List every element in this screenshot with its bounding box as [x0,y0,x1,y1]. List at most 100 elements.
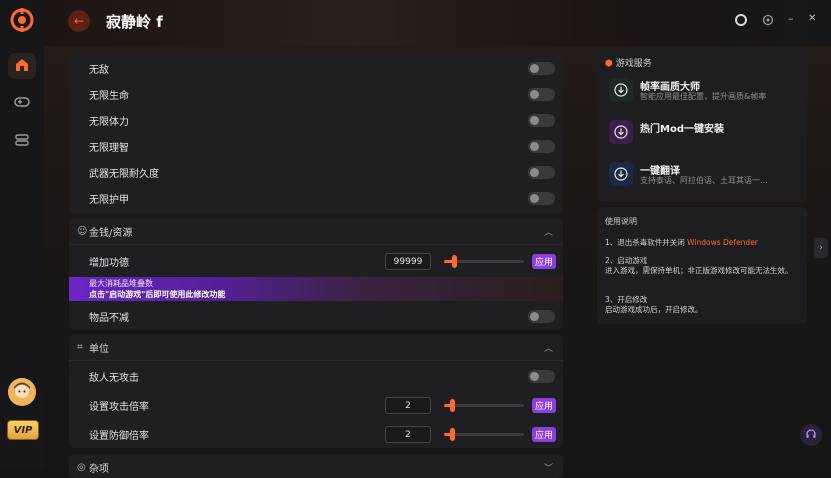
section-title: 单位 [89,343,109,355]
cheat-toggle[interactable] [528,87,555,101]
cheat-row: 敌人无攻击 [69,361,563,391]
services-title: 游戏服务 [615,59,652,69]
merit-slider[interactable] [444,255,524,268]
wallet-icon: ☺ [77,225,88,237]
cheat-label: 无敌 [89,64,109,76]
cheat-row: 物品不减 [69,303,563,329]
vip-badge[interactable]: VIP [7,420,39,440]
merit-value-input[interactable]: 99999 [385,253,431,270]
cheat-row: 无限理智 [69,133,563,159]
cheat-toggle[interactable] [528,61,555,75]
cheat-label: 敌人无攻击 [89,372,139,384]
page-title: 寂静岭 f [106,13,163,31]
service-subtitle: 智能应用最佳配置，提升画质&帧率 [640,92,767,101]
slider-handle[interactable] [450,428,455,441]
cheat-label: 无限护甲 [89,194,129,206]
download-icon [609,120,633,144]
apply-button[interactable]: 应用 [532,254,556,269]
back-button[interactable]: ← [68,10,90,32]
section-title: 杂项 [89,463,109,475]
service-translate[interactable]: 一键翻译 支持泰语、阿拉伯语、土耳其语一... [609,162,799,188]
expand-panel-button[interactable]: › [814,238,828,258]
cheat-label: 无限体力 [89,116,129,128]
instructions-card: 使用说明 1、退出杀毒软件并关闭 Windows Defender 2、启动游戏… [597,207,807,324]
record-icon[interactable] [735,14,747,29]
instructions-title: 使用说明 [605,217,637,226]
banner-title: 最大消耗品堆叠数 [89,279,153,288]
cheat-panel-misc: ◎ 杂项 ﹀ [69,454,563,478]
cheat-row: 无敌 [69,55,563,81]
apply-button[interactable]: 应用 [532,398,556,413]
service-fps-master[interactable]: 帧率画质大师 智能应用最佳配置，提升画质&帧率 [609,78,799,104]
section-header-units[interactable]: ⌗ 单位 ︿ [69,334,563,361]
defense-mult-slider[interactable] [444,428,524,441]
cheat-toggle[interactable] [528,309,555,323]
cheat-label: 武器无限耐久度 [89,168,159,180]
service-subtitle: 支持泰语、阿拉伯语、土耳其语一... [640,176,768,185]
cheat-row: 无限体力 [69,107,563,133]
chevron-right-icon: › [819,243,823,253]
step1-text: 1、退出杀毒软件并关闭 [605,238,685,247]
cheat-row: 武器无限耐久度 [69,159,563,185]
cheat-panel-general: 无敌 无限生命 无限体力 无限理智 武器无限耐久度 无限护甲 [69,54,563,214]
nav-games-button[interactable] [8,90,36,116]
cheat-label: 设置防御倍率 [89,431,149,442]
cheat-toggle[interactable] [528,113,555,127]
apply-button[interactable]: 应用 [532,427,556,442]
settings-icon[interactable] [762,14,774,29]
info-banner: 最大消耗品堆叠数 点击"启动游戏"后即可使用此修改功能 [69,277,563,301]
cheat-toggle[interactable] [528,165,555,179]
cheat-label: 增加功德 [89,258,129,269]
headset-icon [805,428,817,443]
cheat-row: 增加功德 99999 应用 [69,245,563,278]
unit-icon: ⌗ [77,341,83,353]
cheat-label: 无限生命 [89,90,129,102]
support-button[interactable] [800,424,822,446]
banner-hint: 点击"启动游戏"后即可使用此修改功能 [89,290,226,299]
services-card: ⬢ 游戏服务 帧率画质大师 智能应用最佳配置，提升画质&帧率 热门Mod一键安装… [597,48,807,202]
step1-highlight: Windows Defender [687,238,758,247]
nav-library-button[interactable] [8,128,36,154]
instruction-step-1: 1、退出杀毒软件并关闭 Windows Defender [605,238,801,248]
instruction-step-2-body: 进入游戏，需保持单机；非正版游戏修改可能无法生效。 [605,266,793,275]
user-avatar[interactable] [8,378,36,406]
top-header: ← 寂静岭 f – ✕ [44,0,831,46]
gift-icon: ⬢ [605,59,613,69]
cheat-panel-money: ☺ 金钱/资源 ︿ 增加功德 99999 应用 物品不减 [69,218,563,330]
services-header: ⬢ 游戏服务 [605,56,652,69]
cheat-row: 设置攻击倍率 2 应用 [69,391,563,420]
chevron-up-icon[interactable]: ︿ [544,341,553,354]
chevron-down-icon[interactable]: ﹀ [544,461,553,474]
app-logo-icon[interactable] [10,8,34,32]
cheat-row: 设置防御倍率 2 应用 [69,420,563,448]
attack-mult-input[interactable]: 2 [385,397,431,414]
close-button[interactable]: ✕ [808,13,816,24]
download-icon [609,78,633,102]
defense-mult-input[interactable]: 2 [385,426,431,443]
home-icon [15,58,29,75]
gamepad-icon [14,96,30,111]
stack-icon [15,133,29,150]
chevron-up-icon[interactable]: ︿ [544,225,553,238]
cheat-label: 设置攻击倍率 [89,402,149,413]
cheat-toggle[interactable] [528,369,555,383]
section-title: 金钱/资源 [89,227,133,239]
cheat-toggle[interactable] [528,139,555,153]
arrow-left-icon: ← [73,14,85,28]
cheat-toggle[interactable] [528,191,555,205]
cheat-label: 无限理智 [89,142,129,154]
left-sidebar: VIP [0,0,44,471]
section-header-misc[interactable]: ◎ 杂项 ﹀ [69,454,563,478]
instruction-step-2-title: 2、启动游戏 [605,256,648,265]
service-title: 热门Mod一键安装 [640,124,724,135]
section-header-money[interactable]: ☺ 金钱/资源 ︿ [69,218,563,245]
attack-mult-slider[interactable] [444,399,524,412]
cheat-row: 无限护甲 [69,185,563,211]
slider-handle[interactable] [452,255,457,268]
minimize-button[interactable]: – [788,12,794,25]
service-mod-install[interactable]: 热门Mod一键安装 [609,120,799,146]
cheat-label: 物品不减 [89,312,129,324]
slider-handle[interactable] [450,399,455,412]
instruction-step-3-body: 启动游戏成功后，开启修改。 [605,305,703,314]
nav-home-button[interactable] [8,53,36,79]
